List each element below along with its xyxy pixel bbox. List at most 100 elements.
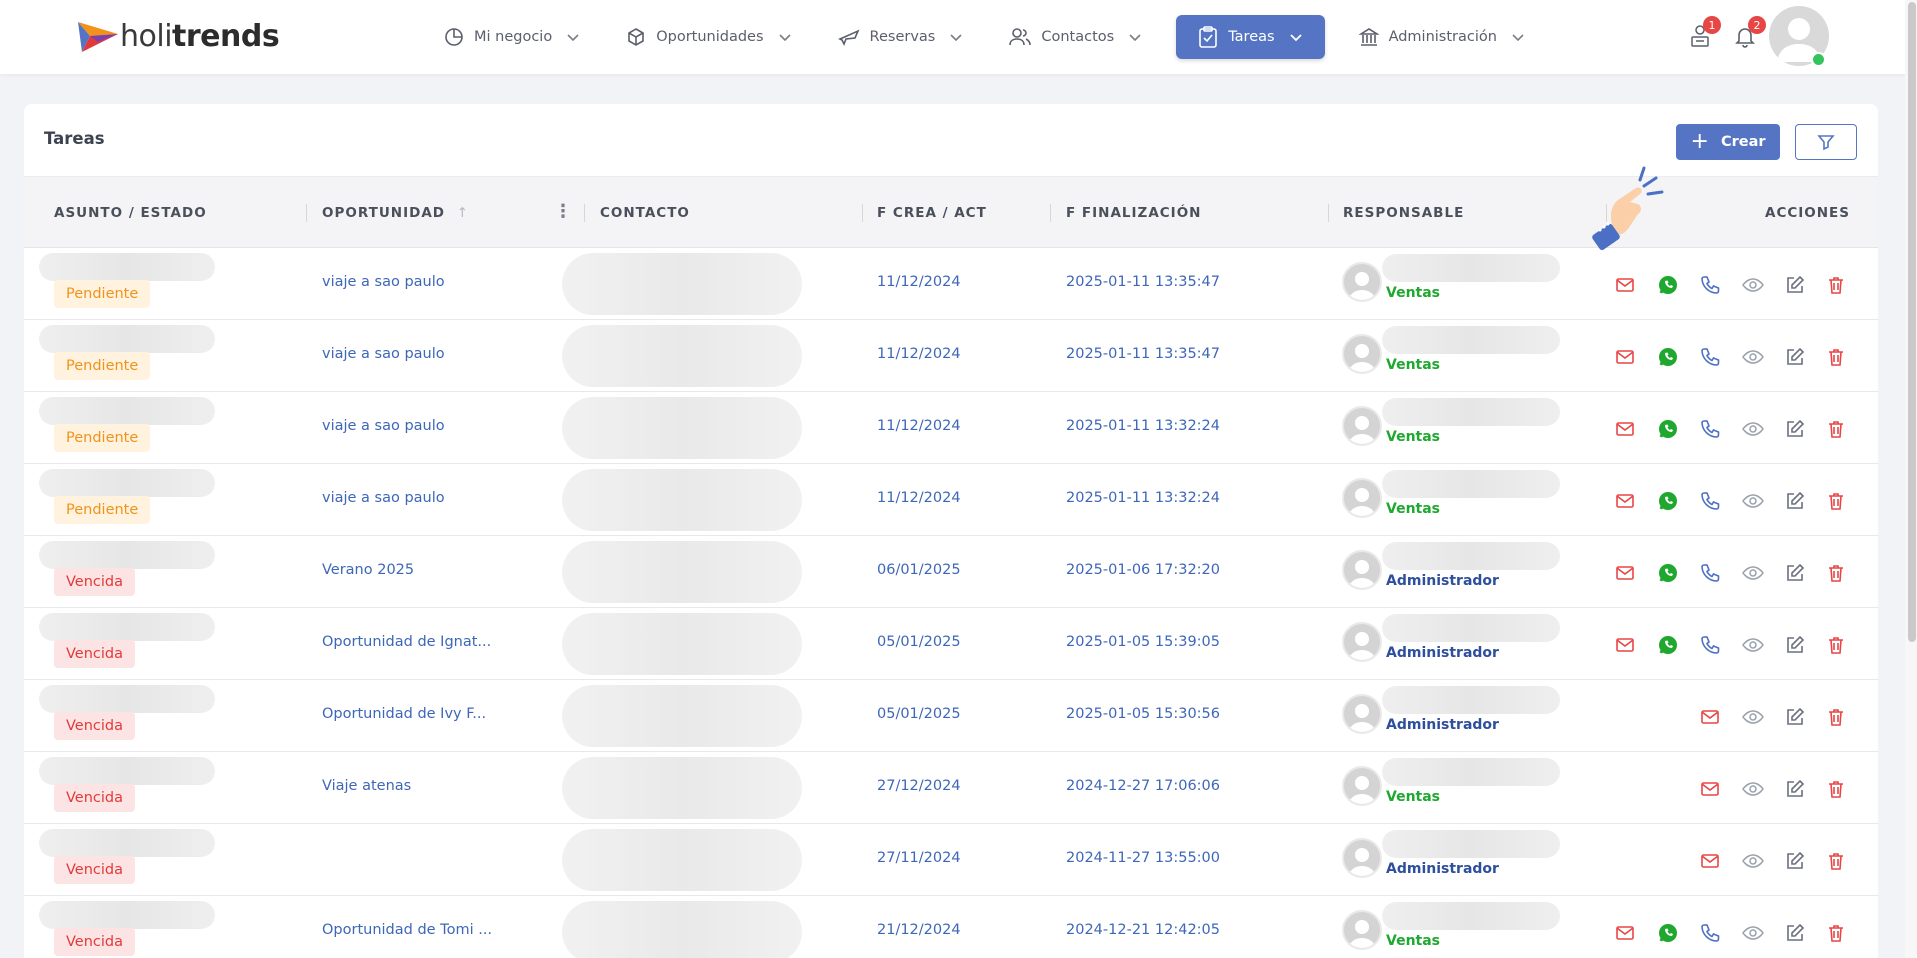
subject-placeholder[interactable]: [39, 685, 215, 713]
table-row[interactable]: Vencida Oportunidad de Ivy F... 05/01/2025…: [24, 680, 1878, 752]
column-menu-icon[interactable]: ⋮: [554, 201, 572, 222]
phone-action-button[interactable]: [1699, 922, 1721, 944]
phone-action-button[interactable]: [1699, 346, 1721, 368]
contact-placeholder[interactable]: [562, 613, 802, 675]
phone-action-button[interactable]: [1699, 274, 1721, 296]
opportunity-link[interactable]: Verano 2025: [322, 562, 414, 578]
edit-action-button[interactable]: [1784, 562, 1806, 584]
contact-placeholder[interactable]: [562, 325, 802, 387]
mail-action-button[interactable]: [1614, 490, 1636, 512]
edit-action-button[interactable]: [1784, 778, 1806, 800]
opportunity-link[interactable]: viaje a sao paulo: [322, 490, 445, 506]
phone-action-button[interactable]: [1699, 490, 1721, 512]
view-action-button[interactable]: [1742, 562, 1764, 584]
column-separator[interactable]: [1328, 204, 1329, 222]
logo[interactable]: holitrends: [78, 16, 280, 56]
contact-placeholder[interactable]: [562, 397, 802, 459]
phone-action-button[interactable]: [1699, 418, 1721, 440]
whatsapp-action-button[interactable]: [1657, 346, 1679, 368]
phone-action-button[interactable]: [1699, 562, 1721, 584]
header-owner[interactable]: RESPONSABLE: [1343, 205, 1464, 221]
table-row[interactable]: Pendiente viaje a sao paulo 11/12/2024 2025…: [24, 320, 1878, 392]
table-row[interactable]: Vencida Oportunidad de Tomi ... 21/12/2024…: [24, 896, 1878, 958]
column-separator[interactable]: [584, 204, 585, 222]
delete-action-button[interactable]: [1825, 778, 1847, 800]
delete-action-button[interactable]: [1825, 418, 1847, 440]
subject-placeholder[interactable]: [39, 613, 215, 641]
phone-action-button[interactable]: [1699, 634, 1721, 656]
whatsapp-action-button[interactable]: [1657, 922, 1679, 944]
edit-action-button[interactable]: [1784, 922, 1806, 944]
mail-action-button[interactable]: [1699, 778, 1721, 800]
opportunity-link[interactable]: Oportunidad de Ivy F...: [322, 706, 486, 722]
table-row[interactable]: Vencida Verano 2025 06/01/2025 2025-01-06 1…: [24, 536, 1878, 608]
mail-action-button[interactable]: [1614, 418, 1636, 440]
header-finished[interactable]: F FINALIZACIÓN: [1066, 205, 1201, 221]
delete-action-button[interactable]: [1825, 490, 1847, 512]
delete-action-button[interactable]: [1825, 850, 1847, 872]
edit-action-button[interactable]: [1784, 850, 1806, 872]
nav-mi-negocio[interactable]: Mi negocio: [432, 15, 592, 59]
mail-action-button[interactable]: [1614, 922, 1636, 944]
mail-action-button[interactable]: [1614, 346, 1636, 368]
delete-action-button[interactable]: [1825, 562, 1847, 584]
view-action-button[interactable]: [1742, 346, 1764, 368]
table-row[interactable]: Vencida 27/11/2024 2024-11-27 13:55:00 Admi…: [24, 824, 1878, 896]
opportunity-link[interactable]: Viaje atenas: [322, 778, 411, 794]
mail-action-button[interactable]: [1699, 850, 1721, 872]
header-opportunity[interactable]: OPORTUNIDAD ↑: [322, 205, 469, 221]
delete-action-button[interactable]: [1825, 274, 1847, 296]
view-action-button[interactable]: [1742, 922, 1764, 944]
edit-action-button[interactable]: [1784, 490, 1806, 512]
edit-action-button[interactable]: [1784, 634, 1806, 656]
opportunity-link[interactable]: Oportunidad de Ignat...: [322, 634, 491, 650]
subject-placeholder[interactable]: [39, 397, 215, 425]
whatsapp-action-button[interactable]: [1657, 634, 1679, 656]
whatsapp-action-button[interactable]: [1657, 274, 1679, 296]
subject-placeholder[interactable]: [39, 541, 215, 569]
column-separator[interactable]: [1050, 204, 1051, 222]
subject-placeholder[interactable]: [39, 253, 215, 281]
nav-tareas[interactable]: Tareas: [1176, 15, 1325, 59]
header-contact[interactable]: CONTACTO: [600, 205, 690, 221]
header-subject[interactable]: ASUNTO / ESTADO: [54, 205, 207, 221]
delete-action-button[interactable]: [1825, 634, 1847, 656]
table-row[interactable]: Pendiente viaje a sao paulo 11/12/2024 2025…: [24, 464, 1878, 536]
view-action-button[interactable]: [1742, 634, 1764, 656]
mail-action-button[interactable]: [1614, 634, 1636, 656]
tasks-notification-button[interactable]: 1: [1688, 16, 1721, 52]
view-action-button[interactable]: [1742, 778, 1764, 800]
view-action-button[interactable]: [1742, 274, 1764, 296]
view-action-button[interactable]: [1742, 490, 1764, 512]
column-separator[interactable]: [862, 204, 863, 222]
mail-action-button[interactable]: [1614, 562, 1636, 584]
subject-placeholder[interactable]: [39, 757, 215, 785]
table-row[interactable]: Vencida Viaje atenas 27/12/2024 2024-12-27 …: [24, 752, 1878, 824]
contact-placeholder[interactable]: [562, 469, 802, 531]
opportunity-link[interactable]: Oportunidad de Tomi ...: [322, 922, 492, 938]
view-action-button[interactable]: [1742, 418, 1764, 440]
delete-action-button[interactable]: [1825, 346, 1847, 368]
column-separator[interactable]: [306, 204, 307, 222]
delete-action-button[interactable]: [1825, 922, 1847, 944]
contact-placeholder[interactable]: [562, 757, 802, 819]
bell-notification-button[interactable]: 2: [1733, 16, 1766, 52]
mail-action-button[interactable]: [1699, 706, 1721, 728]
nav-oportunidades[interactable]: Oportunidades: [614, 15, 803, 59]
subject-placeholder[interactable]: [39, 469, 215, 497]
contact-placeholder[interactable]: [562, 901, 802, 958]
whatsapp-action-button[interactable]: [1657, 490, 1679, 512]
opportunity-link[interactable]: viaje a sao paulo: [322, 274, 445, 290]
mail-action-button[interactable]: [1614, 274, 1636, 296]
edit-action-button[interactable]: [1784, 706, 1806, 728]
header-created[interactable]: F CREA / ACT: [877, 205, 987, 221]
nav-reservas[interactable]: Reservas: [826, 15, 976, 59]
edit-action-button[interactable]: [1784, 346, 1806, 368]
nav-administracion[interactable]: Administración: [1347, 15, 1537, 59]
edit-action-button[interactable]: [1784, 418, 1806, 440]
delete-action-button[interactable]: [1825, 706, 1847, 728]
table-row[interactable]: Pendiente viaje a sao paulo 11/12/2024 2025…: [24, 392, 1878, 464]
whatsapp-action-button[interactable]: [1657, 562, 1679, 584]
view-action-button[interactable]: [1742, 850, 1764, 872]
contact-placeholder[interactable]: [562, 541, 802, 603]
